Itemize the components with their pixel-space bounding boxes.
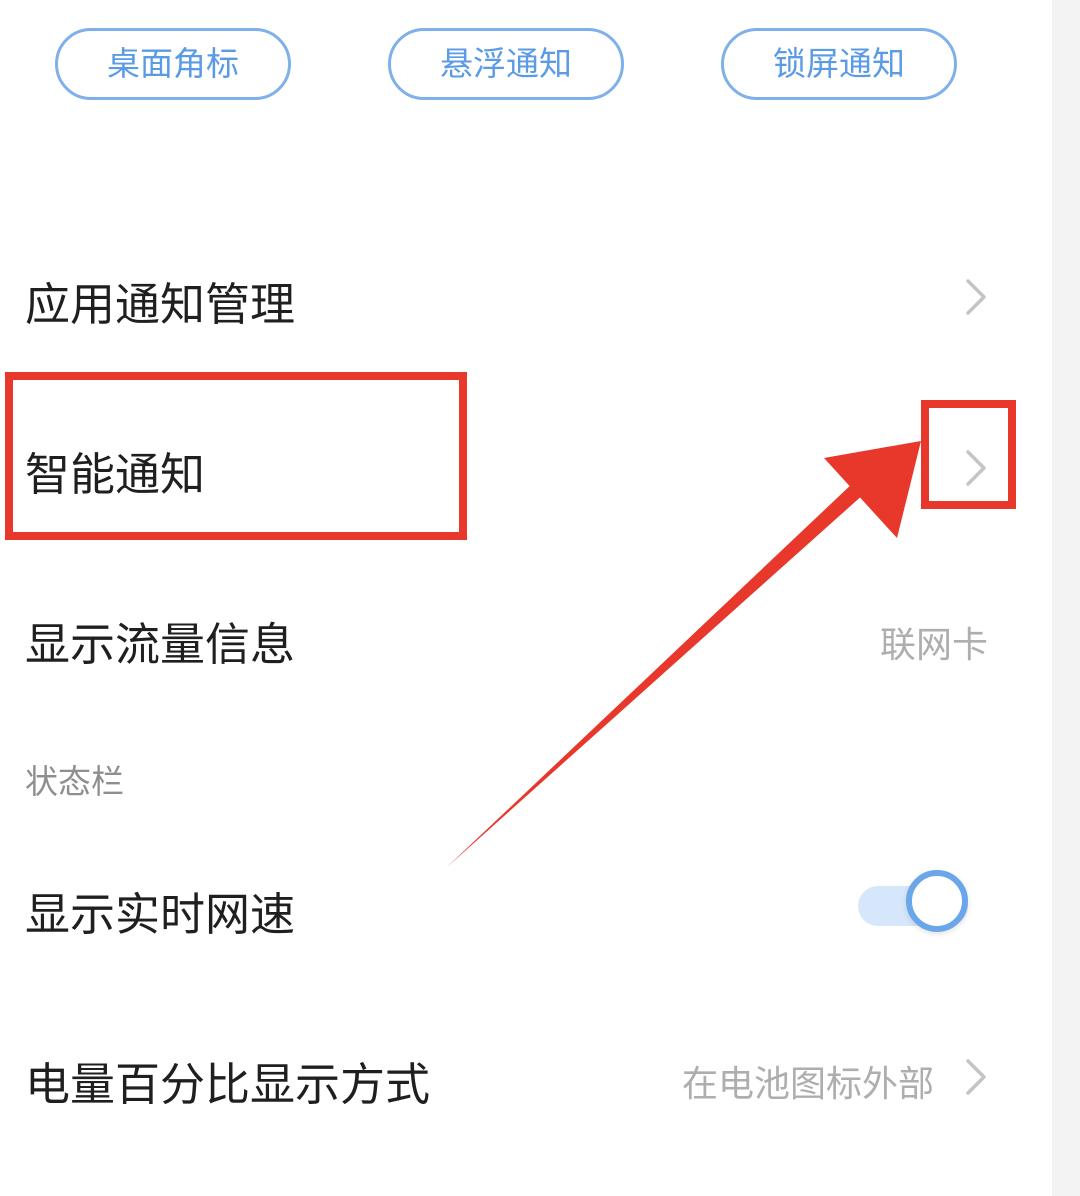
- section-header-status-bar: 状态栏: [25, 762, 124, 801]
- annotation-highlight-box: [5, 372, 467, 540]
- floating-notification-button[interactable]: 悬浮通知: [388, 28, 624, 100]
- row-value: 在电池图标外部: [681, 1064, 934, 1105]
- chevron-right-icon: [966, 1059, 986, 1095]
- row-value: 联网卡: [879, 625, 988, 666]
- realtime-speed-toggle[interactable]: [858, 870, 980, 942]
- row-label: 应用通知管理: [25, 278, 296, 331]
- row-label: 电量百分比显示方式: [25, 1058, 431, 1111]
- chevron-right-icon: [966, 279, 986, 315]
- toggle-knob: [906, 870, 968, 932]
- lockscreen-notification-button[interactable]: 锁屏通知: [721, 28, 957, 100]
- annotation-arrow-icon: [446, 441, 921, 868]
- row-label: 显示实时网速: [25, 888, 296, 941]
- notification-settings-page: 桌面角标 悬浮通知 锁屏通知 应用通知管理 智能通知 显示流量信息 联网卡 状态…: [0, 0, 1080, 1196]
- desktop-badge-button[interactable]: 桌面角标: [55, 28, 291, 100]
- annotation-highlight-box: [921, 400, 1016, 509]
- row-label: 显示流量信息: [25, 618, 296, 671]
- scroll-gutter: [1052, 0, 1080, 1196]
